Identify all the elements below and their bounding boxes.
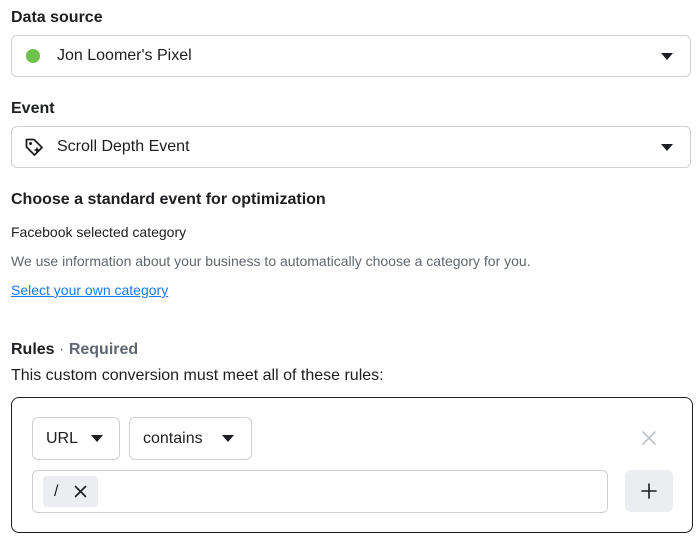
data-source-label: Data source: [11, 9, 103, 26]
close-icon[interactable]: [74, 485, 87, 498]
data-source-value: Jon Loomer's Pixel: [57, 47, 192, 64]
data-source-select[interactable]: Jon Loomer's Pixel: [11, 35, 691, 77]
rule-card: URL contains /: [11, 397, 693, 533]
select-category-link[interactable]: Select your own category: [11, 282, 168, 298]
rules-description: This custom conversion must meet all of …: [11, 367, 384, 384]
caret-down-icon: [661, 53, 673, 60]
event-label: Event: [11, 100, 55, 117]
field-dropdown[interactable]: URL: [32, 417, 120, 460]
category-description: We use information about your business t…: [11, 253, 531, 269]
caret-down-icon: [661, 144, 673, 151]
standard-event-heading: Choose a standard event for optimization: [11, 191, 326, 208]
chip-value: /: [54, 483, 59, 500]
rule-value-input[interactable]: /: [32, 470, 608, 513]
rules-label: Rules: [11, 341, 55, 358]
caret-down-icon: [91, 435, 103, 442]
rules-heading: Rules · Required: [11, 341, 138, 359]
rules-separator: ·: [59, 341, 65, 358]
status-dot-icon: [26, 49, 40, 63]
value-chip: /: [43, 476, 98, 507]
operator-dropdown[interactable]: contains: [129, 417, 252, 460]
category-text: Facebook selected category: [11, 224, 187, 240]
event-select[interactable]: Scroll Depth Event: [11, 126, 691, 168]
caret-down-icon: [222, 435, 234, 442]
field-value: URL: [46, 430, 79, 447]
add-value-button[interactable]: [625, 470, 673, 512]
event-value: Scroll Depth Event: [57, 138, 190, 155]
operator-value: contains: [143, 430, 203, 447]
close-icon[interactable]: [641, 430, 657, 446]
tag-icon: [25, 138, 43, 156]
plus-icon: [641, 483, 657, 499]
rules-required: Required: [68, 341, 139, 358]
